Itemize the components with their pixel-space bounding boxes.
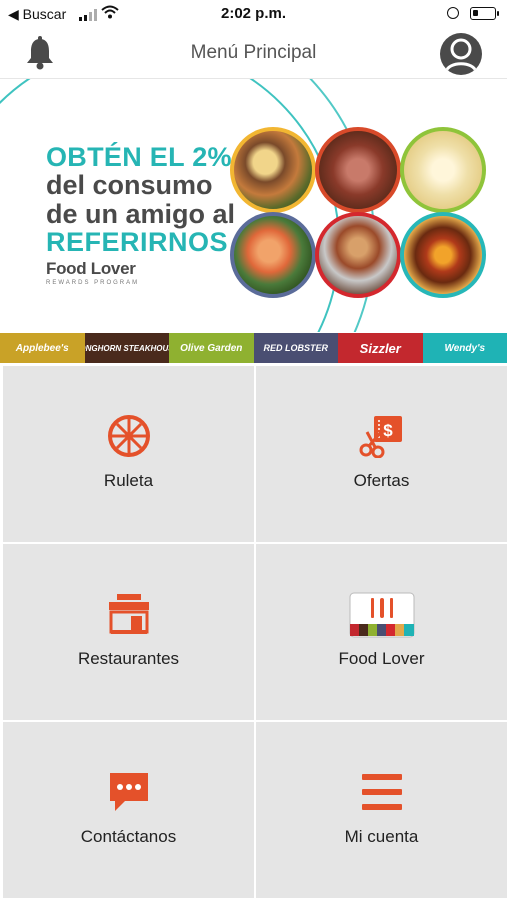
menu-tile-label: Mi cuenta bbox=[344, 827, 419, 846]
clock: 2:02 p.m. bbox=[220, 5, 287, 22]
menu-tile-label: Food Lover bbox=[338, 649, 425, 668]
promo-line: de un amigo al bbox=[46, 198, 236, 229]
menu-tile-label: Contáctanos bbox=[80, 827, 177, 846]
status-bar: ◀ Buscar 2:02 p.m. bbox=[0, 0, 507, 28]
menu-tile-label: Restaurantes bbox=[77, 649, 180, 668]
menu-tile-label: Ruleta bbox=[103, 471, 154, 490]
food-photo-salad bbox=[230, 127, 316, 213]
brand-logo-red-lobster: RED LOBSTER bbox=[253, 333, 338, 363]
coupon-icon: $ bbox=[359, 416, 402, 458]
food-photo-buffet bbox=[315, 212, 401, 298]
menu-tile-restaurantes[interactable]: Restaurantes bbox=[3, 544, 254, 720]
promo-line: OBTÉN EL 2% bbox=[46, 142, 232, 172]
food-photo-pasta bbox=[400, 127, 486, 213]
battery-icon bbox=[470, 7, 499, 20]
menu-tile-ofertas[interactable]: $ Ofertas bbox=[256, 366, 507, 542]
food-photo-seafood bbox=[230, 212, 316, 298]
promo-banner[interactable]: OBTÉN EL 2% del consumo de un amigo al R… bbox=[0, 79, 507, 332]
menu-tile-food-lover[interactable]: Food Lover bbox=[256, 544, 507, 720]
top-navigation-bar: Menú Principal bbox=[0, 28, 507, 79]
promo-line: REFERIRNOS bbox=[46, 227, 229, 258]
brand-strip: Applebee's LONGHORN STEAKHOUSE Olive Gar… bbox=[0, 333, 507, 363]
menu-tile-label: Ofertas bbox=[353, 471, 410, 490]
main-menu-grid: Ruleta $ Ofertas Restaurantes Food Lover… bbox=[0, 364, 507, 900]
page-title: Menú Principal bbox=[190, 42, 317, 63]
logo-subtext: REWARDS PROGRAM bbox=[46, 280, 140, 286]
brand-logo-applebees: Applebee's bbox=[0, 333, 85, 363]
user-icon bbox=[444, 38, 478, 73]
store-icon bbox=[108, 594, 149, 634]
profile-avatar[interactable] bbox=[440, 33, 482, 75]
brand-logo-olive-garden: Olive Garden bbox=[169, 333, 254, 363]
menu-icon bbox=[361, 774, 402, 810]
orientation-lock-icon bbox=[447, 7, 459, 19]
brand-logo-sizzler: Sizzler bbox=[338, 333, 423, 363]
chat-icon bbox=[109, 773, 148, 811]
menu-tile-mi-cuenta[interactable]: Mi cuenta bbox=[256, 722, 507, 898]
brand-logo-wendys: Wendy's bbox=[422, 333, 507, 363]
promo-line: del consumo bbox=[46, 170, 213, 201]
promo-headline: OBTÉN EL 2% del consumo de un amigo al R… bbox=[46, 142, 236, 258]
card-icon bbox=[349, 592, 414, 638]
svg-text:$: $ bbox=[383, 421, 393, 440]
logo-text: Food Lover bbox=[46, 259, 136, 278]
food-lover-logo: Food Lover REWARDS PROGRAM bbox=[46, 259, 139, 286]
food-photo-steak bbox=[315, 127, 401, 213]
food-photo-burger bbox=[400, 212, 486, 298]
menu-tile-ruleta[interactable]: Ruleta bbox=[3, 366, 254, 542]
brand-logo-longhorn: LONGHORN STEAKHOUSE bbox=[84, 333, 169, 363]
wheel-icon bbox=[107, 415, 150, 457]
menu-tile-contactanos[interactable]: Contáctanos bbox=[3, 722, 254, 898]
